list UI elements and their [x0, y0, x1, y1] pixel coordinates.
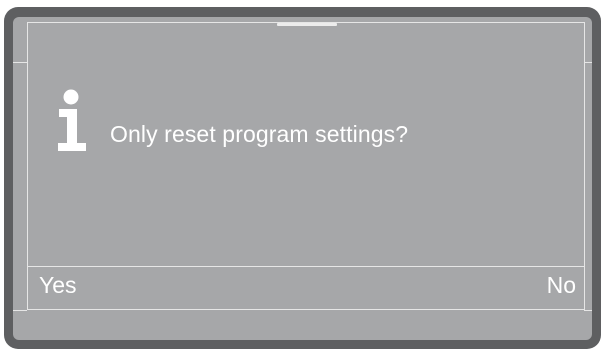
scroll-indicator: [277, 23, 337, 26]
frame-edge-line: [584, 62, 592, 63]
info-icon: [58, 89, 86, 151]
display-screen: Only reset program settings? Yes No: [13, 17, 592, 340]
frame-edge-line: [584, 310, 592, 311]
frame-edge-line: [13, 310, 27, 311]
softkey-divider: [27, 266, 585, 267]
dialog-message: Only reset program settings?: [110, 121, 409, 147]
yes-button[interactable]: Yes: [39, 270, 77, 300]
frame-edge-line: [13, 62, 27, 63]
no-button[interactable]: No: [547, 270, 576, 300]
